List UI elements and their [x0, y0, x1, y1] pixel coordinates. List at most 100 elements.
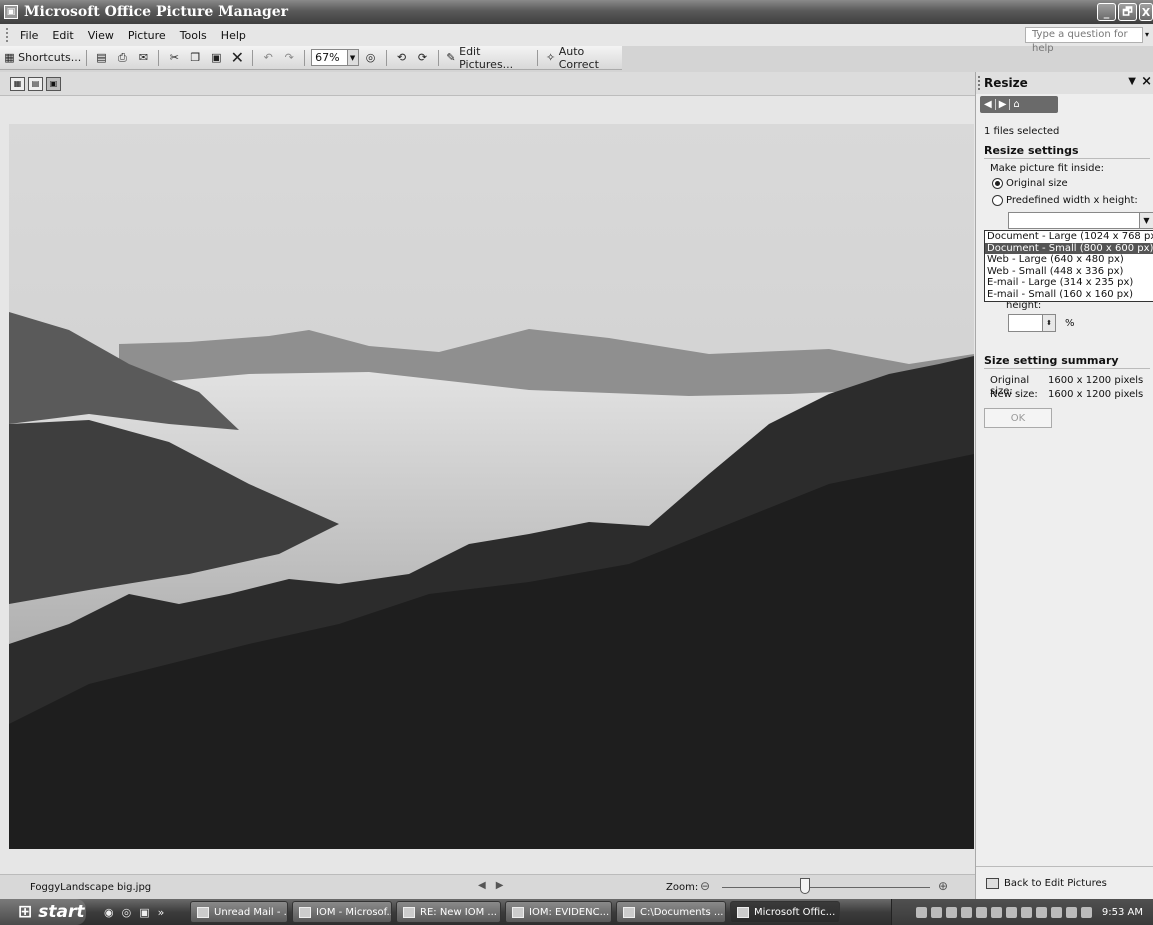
tray-icon[interactable] — [1080, 906, 1092, 918]
dropdown-option[interactable]: Web - Small (448 x 336 px) — [985, 266, 1153, 278]
taskbar-item-active[interactable]: Microsoft Offic... — [730, 901, 840, 923]
previous-picture-icon[interactable]: ◀ — [478, 880, 496, 891]
copy-icon[interactable]: ❐ — [186, 49, 204, 67]
undo-icon[interactable]: ↶ — [259, 49, 277, 67]
toolbar-separator — [537, 49, 539, 66]
taskbar-item[interactable]: Unread Mail - ... — [190, 901, 288, 923]
taskbar-item-label: Microsoft Offic... — [754, 906, 836, 918]
taskbar-item-label: Unread Mail - ... — [214, 906, 288, 918]
taskbar-item[interactable]: IOM: EVIDENC... — [505, 901, 612, 923]
home-icon[interactable]: ⌂ — [1013, 99, 1019, 110]
tray-icon[interactable] — [945, 906, 957, 918]
next-picture-icon[interactable]: ▶ — [496, 880, 514, 891]
dropdown-option[interactable]: Document - Large (1024 x 768 px) — [985, 231, 1153, 243]
predefined-size-select[interactable]: ▼ — [1008, 212, 1153, 229]
quick-launch-ie-icon[interactable]: ◉ — [104, 906, 114, 919]
predefined-size-dropdown-list: Document - Large (1024 x 768 px) Documen… — [984, 230, 1153, 302]
save-icon[interactable]: ▤ — [92, 49, 110, 67]
tray-icon[interactable] — [960, 906, 972, 918]
tray-icon[interactable] — [1020, 906, 1032, 918]
maximize-button[interactable]: 🗗 — [1118, 3, 1137, 21]
quick-launch-more-icon[interactable]: » — [158, 906, 165, 919]
task-pane-close-icon[interactable]: × — [1141, 74, 1152, 89]
forward-arrow-icon[interactable]: ▶ — [999, 99, 1007, 110]
menu-file[interactable]: File — [13, 29, 45, 42]
shortcuts-icon: ▦ — [4, 51, 19, 64]
minimize-button[interactable]: _ — [1097, 3, 1116, 21]
ok-button[interactable]: OK — [984, 408, 1052, 428]
rotate-left-icon[interactable]: ⟲ — [393, 49, 411, 67]
dropdown-option-highlighted[interactable]: Document - Small (800 x 600 px) — [985, 242, 1153, 255]
zoom-select-value: 67% — [315, 51, 340, 64]
delete-icon[interactable]: ✕ — [228, 48, 246, 67]
tray-icon[interactable] — [1005, 906, 1017, 918]
tray-icon[interactable] — [1035, 906, 1047, 918]
menu-help[interactable]: Help — [214, 29, 253, 42]
back-link-label: Back to Edit Pictures — [1004, 878, 1107, 889]
original-size-radio[interactable]: Original size — [992, 178, 1068, 189]
radio-indicator — [992, 195, 1003, 206]
foggy-landscape-picture — [9, 124, 974, 849]
dropdown-option[interactable]: E-mail - Large (314 x 235 px) — [985, 277, 1153, 289]
percentage-input[interactable]: ⬍ — [1008, 314, 1056, 332]
rotate-right-icon[interactable]: ⟳ — [414, 49, 432, 67]
menu-picture[interactable]: Picture — [121, 29, 173, 42]
help-search-input[interactable]: Type a question for help — [1025, 27, 1143, 54]
tray-icon[interactable] — [930, 906, 942, 918]
menu-edit[interactable]: Edit — [45, 29, 80, 42]
menu-tools[interactable]: Tools — [173, 29, 214, 42]
back-to-edit-pictures-link[interactable]: Back to Edit Pictures — [986, 878, 1107, 889]
zoom-slider-thumb[interactable] — [800, 878, 810, 894]
quick-launch-browser-icon[interactable]: ◎ — [122, 906, 132, 919]
picture-manager-icon — [737, 906, 749, 918]
dropdown-option[interactable]: E-mail - Small (160 x 160 px) — [985, 289, 1153, 301]
task-pane-menu-icon[interactable]: ▼ — [1128, 76, 1136, 87]
cut-icon[interactable]: ✂ — [165, 49, 183, 67]
quick-launch-outlook-icon[interactable]: ▣ — [139, 906, 149, 919]
tray-icon[interactable] — [915, 906, 927, 918]
tray-icon[interactable] — [975, 906, 987, 918]
paste-icon[interactable]: ▣ — [207, 49, 225, 67]
help-dropdown-icon[interactable]: ▾ — [1145, 27, 1153, 43]
filmstrip-view-icon[interactable]: ▤ — [28, 76, 43, 91]
zoom-select[interactable]: 67% ▼ — [311, 49, 359, 66]
landscape-image — [9, 124, 974, 849]
predefined-size-radio[interactable]: Predefined width x height: — [992, 195, 1138, 206]
redo-icon[interactable]: ↷ — [280, 49, 298, 67]
tray-icon[interactable] — [1050, 906, 1062, 918]
taskbar-item[interactable]: IOM - Microsof... — [292, 901, 392, 923]
print-icon[interactable]: ⎙ — [113, 49, 131, 67]
help-icon[interactable]: ◎ — [362, 49, 380, 67]
taskbar-item[interactable]: C:\Documents ... — [616, 901, 726, 923]
auto-correct-button[interactable]: ✧ Auto Correct — [544, 45, 622, 71]
toolbar-separator — [158, 49, 160, 66]
tray-icon[interactable] — [1065, 906, 1077, 918]
edit-pictures-icon: ✎ — [446, 51, 460, 64]
email-icon[interactable]: ✉ — [134, 49, 152, 67]
spinner-icon[interactable]: ⬍ — [1042, 315, 1055, 331]
taskbar-item[interactable]: RE: New IOM ... — [396, 901, 501, 923]
thumbnail-view-icon[interactable]: ▦ — [10, 76, 25, 91]
shortcuts-button[interactable]: ▦ Shortcuts... — [4, 49, 81, 67]
close-button[interactable]: X — [1139, 3, 1153, 21]
start-button[interactable]: ⊞ start — [0, 899, 86, 925]
dropdown-option[interactable]: Web - Large (640 x 480 px) — [985, 254, 1153, 266]
task-pane-divider — [976, 866, 1153, 867]
original-size-label: Original size — [1006, 178, 1068, 189]
message-icon — [403, 906, 415, 918]
menu-grip[interactable] — [6, 28, 9, 42]
task-pane-grip[interactable] — [978, 76, 980, 90]
tray-icon[interactable] — [990, 906, 1002, 918]
current-filename: FoggyLandscape big.jpg — [30, 882, 152, 893]
menu-view[interactable]: View — [81, 29, 121, 42]
auto-correct-label: Auto Correct — [558, 44, 599, 71]
single-picture-view-icon[interactable]: ▣ — [46, 76, 61, 91]
zoom-in-icon[interactable]: ⊕ — [938, 879, 948, 893]
edit-pictures-label: Edit Pictures... — [459, 44, 514, 71]
files-selected-text: 1 files selected — [984, 126, 1060, 137]
zoom-slider-track[interactable] — [722, 887, 930, 888]
back-arrow-icon[interactable]: ◀ — [984, 99, 992, 110]
zoom-out-icon[interactable]: ⊖ — [700, 879, 710, 893]
edit-pictures-button[interactable]: ✎ Edit Pictures... — [444, 45, 531, 71]
resize-task-pane: Resize ▼ × ◀ ▶ ⌂ 1 files selected Resize… — [975, 72, 1153, 899]
